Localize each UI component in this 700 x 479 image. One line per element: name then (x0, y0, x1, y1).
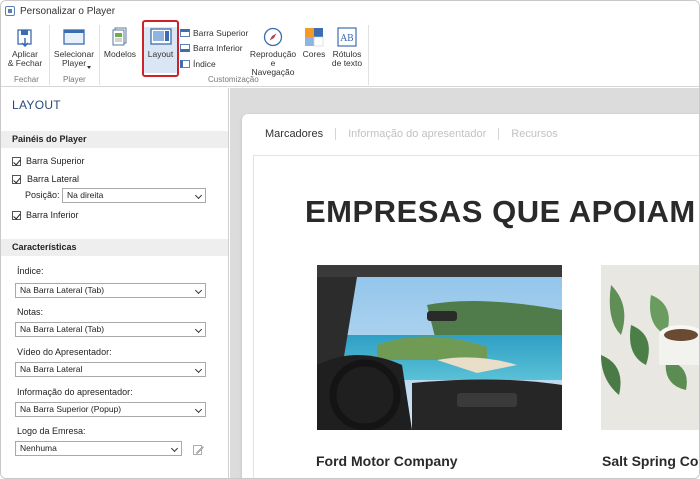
notes-select[interactable]: Na Barra Lateral (Tab) (15, 322, 206, 337)
text-labels-icon: AB (337, 27, 357, 47)
svg-text:AB: AB (340, 34, 354, 44)
chevron-down-icon (194, 286, 203, 295)
side-bar-checkbox[interactable] (12, 174, 21, 184)
notes-select-value: Na Barra Lateral (Tab) (20, 324, 105, 334)
company-logo-select[interactable]: Nenhuma (15, 441, 182, 456)
text-labels-label: Rótulos de texto (331, 49, 363, 68)
bottom-bar-checkbox-row[interactable]: Barra Inferior (12, 210, 79, 220)
group-label-player: Player (63, 75, 86, 84)
position-label: Posição: (25, 190, 60, 200)
slide-heading: EMPRESAS QUE APOIAM (305, 194, 696, 229)
tab-presenter-info[interactable]: Informação do apresentador (348, 128, 500, 140)
side-bar-checkbox-label: Barra Lateral (27, 174, 80, 184)
index-icon (180, 60, 190, 68)
chevron-down-icon (194, 325, 203, 334)
index-field-label: Índice: (17, 266, 44, 276)
presenter-video-select[interactable]: Na Barra Lateral (15, 362, 206, 377)
colors-label: Cores (302, 49, 326, 59)
playback-navigation-label: Reprodução e Navegação (249, 49, 297, 77)
company-logo-select-value: Nenhuma (20, 443, 57, 453)
presenter-info-select[interactable]: Na Barra Superior (Popup) (15, 402, 206, 417)
player-preview: Marcadores Informação do apresentador Re… (230, 88, 699, 478)
index-select-value: Na Barra Lateral (Tab) (20, 285, 105, 295)
chevron-down-icon (194, 365, 203, 374)
company-name-salt-spring: Salt Spring Co (602, 453, 699, 469)
company-logo-label: Logo da Emresa: (17, 426, 86, 436)
templates-icon (112, 27, 127, 46)
side-bar-checkbox-row[interactable]: Barra Lateral (12, 174, 79, 184)
player-panels-header: Painéis do Player (1, 131, 228, 148)
save-close-icon (17, 29, 32, 47)
ribbon: Aplicar & Fechar Selecionar Player Model… (1, 20, 699, 87)
top-bar-checkbox-row[interactable]: Barra Superior (12, 156, 85, 166)
notes-field-label: Notas: (17, 307, 44, 317)
company-name-ford: Ford Motor Company (316, 453, 458, 469)
apply-close-label: Aplicar & Fechar (7, 49, 43, 68)
top-bar-label: Barra Superior (193, 28, 249, 38)
presenter-video-select-value: Na Barra Lateral (20, 364, 83, 374)
top-bar-button[interactable]: Barra Superior (180, 27, 248, 39)
edit-icon[interactable] (193, 444, 204, 455)
select-player-button[interactable]: Selecionar Player (51, 27, 97, 69)
chevron-down-icon (194, 405, 203, 414)
ford-company-image (317, 265, 562, 430)
presenter-info-label: Informação do apresentador: (17, 387, 133, 397)
colors-button[interactable]: Cores (301, 27, 327, 59)
salt-spring-company-image (601, 265, 699, 430)
layout-highlight-frame (142, 20, 179, 77)
bottom-bar-checkbox[interactable] (12, 210, 21, 220)
title-bar: Personalizar o Player (1, 1, 699, 21)
index-select[interactable]: Na Barra Lateral (Tab) (15, 283, 206, 298)
chevron-down-icon (87, 66, 91, 69)
bottom-bar-label: Barra Inferior (193, 43, 243, 53)
chevron-down-icon (194, 191, 203, 200)
panel-title: LAYOUT (12, 98, 61, 112)
top-bar-checkbox-label: Barra Superior (26, 156, 85, 166)
compass-icon (263, 27, 283, 47)
apply-close-button[interactable]: Aplicar & Fechar (7, 27, 43, 68)
index-button[interactable]: Índice (180, 58, 216, 70)
features-header: Características (1, 239, 228, 256)
top-bar-icon (180, 29, 190, 37)
text-labels-button[interactable]: AB Rótulos de texto (329, 27, 365, 68)
tab-resources[interactable]: Recursos (511, 128, 569, 140)
models-label: Modelos (103, 49, 137, 59)
presenter-video-label: Vídeo do Apresentador: (17, 347, 112, 357)
position-select-value: Na direita (67, 190, 104, 200)
bottom-bar-checkbox-label: Barra Inferior (26, 210, 79, 220)
group-separator (99, 25, 100, 85)
group-separator (49, 25, 50, 85)
bottom-bar-button[interactable]: Barra Inferior (180, 42, 243, 54)
top-bar-checkbox[interactable] (12, 156, 21, 166)
models-button[interactable]: Modelos (102, 27, 138, 59)
layout-settings-panel: LAYOUT Painéis do Player Barra Superior … (1, 88, 229, 478)
window-title: Personalizar o Player (20, 5, 116, 17)
preview-tabs: Marcadores Informação do apresentador Re… (265, 128, 582, 140)
tab-bookmarks[interactable]: Marcadores (265, 128, 337, 140)
group-label-close: Fechar (14, 75, 39, 84)
position-select[interactable]: Na direita (62, 188, 206, 203)
bottom-bar-icon (180, 44, 190, 52)
group-label-customization: Customização (208, 75, 259, 84)
player-window-icon (63, 29, 85, 45)
color-palette-icon (305, 28, 324, 47)
presenter-info-select-value: Na Barra Superior (Popup) (20, 404, 122, 414)
index-label: Índice (193, 59, 216, 69)
chevron-down-icon (170, 444, 179, 453)
group-separator (368, 25, 369, 85)
app-icon (5, 6, 15, 16)
customize-player-window: Personalizar o Player Aplicar & Fechar S… (0, 0, 700, 479)
playback-navigation-button[interactable]: Reprodução e Navegação (248, 27, 298, 77)
